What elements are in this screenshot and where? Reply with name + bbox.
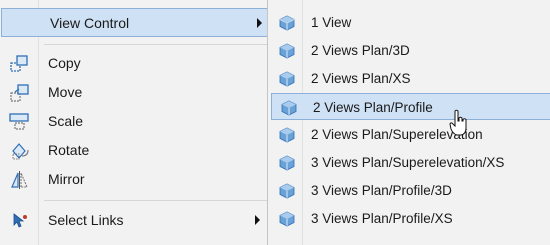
view-cube-icon	[279, 211, 295, 227]
submenu-item-1-view[interactable]: 1 View	[270, 9, 548, 36]
submenu-item-2-views-plan-superelevation[interactable]: 2 Views Plan/Superelevation	[270, 121, 548, 148]
submenu-item-label: 3 Views Plan/Profile/XS	[311, 211, 453, 226]
submenu-item-label: 2 Views Plan/XS	[311, 71, 411, 86]
menu-divider	[44, 44, 270, 45]
view-control-submenu: 1 View 2 Views Plan/3D 2 Views Plan/XS 2…	[267, 0, 550, 245]
submenu-item-3-views-plan-superelevation-xs[interactable]: 3 Views Plan/Superelevation/XS	[270, 149, 548, 176]
menu-item-label: Copy	[48, 55, 81, 71]
submenu-arrow-icon	[255, 215, 260, 225]
view-cube-icon	[279, 15, 295, 31]
submenu-item-label: 2 Views Plan/3D	[311, 43, 410, 58]
menu-item-label: Move	[48, 84, 83, 100]
menu-item-move[interactable]: Move	[0, 78, 271, 107]
select-links-icon	[9, 211, 31, 231]
view-cube-icon	[281, 100, 297, 116]
mirror-icon	[9, 170, 31, 190]
copy-icon	[9, 54, 31, 74]
submenu-item-label: 3 Views Plan/Profile/3D	[311, 183, 452, 198]
menu-divider	[44, 200, 270, 201]
view-cube-icon	[279, 155, 295, 171]
move-icon	[9, 83, 31, 103]
menu-item-label: Mirror	[48, 171, 85, 187]
view-cube-icon	[279, 71, 295, 87]
submenu-arrow-icon	[257, 18, 262, 28]
submenu-item-2-views-plan-profile[interactable]: 2 Views Plan/Profile	[271, 93, 550, 120]
menu-item-copy[interactable]: Copy	[0, 49, 271, 78]
scale-icon	[9, 112, 31, 132]
menu-item-mirror[interactable]: Mirror	[0, 165, 271, 194]
context-menu: View Control Copy Move Scale Rotate Mirr…	[0, 0, 272, 245]
menu-item-label: Scale	[48, 113, 84, 129]
view-cube-icon	[279, 183, 295, 199]
submenu-item-label: 2 Views Plan/Profile	[313, 100, 433, 115]
rotate-icon	[9, 141, 31, 161]
submenu-item-2-views-plan-xs[interactable]: 2 Views Plan/XS	[270, 65, 548, 92]
menu-item-scale[interactable]: Scale	[0, 107, 271, 136]
submenu-item-label: 3 Views Plan/Superelevation/XS	[311, 155, 505, 170]
menu-item-view-control[interactable]: View Control	[1, 8, 270, 37]
view-cube-icon	[279, 127, 295, 143]
submenu-item-label: 1 View	[311, 15, 352, 30]
menu-item-label: View Control	[50, 15, 130, 31]
menu-item-label: Rotate	[48, 142, 90, 158]
submenu-item-3-views-plan-profile-xs[interactable]: 3 Views Plan/Profile/XS	[270, 205, 548, 232]
menu-item-label: Select Links	[48, 212, 124, 228]
submenu-item-2-views-plan-3d[interactable]: 2 Views Plan/3D	[270, 37, 548, 64]
view-cube-icon	[279, 43, 295, 59]
menu-item-select-links[interactable]: Select Links	[0, 206, 271, 235]
menu-item-rotate[interactable]: Rotate	[0, 136, 271, 165]
hand-pointer-cursor-icon	[449, 109, 469, 137]
submenu-item-3-views-plan-profile-3d[interactable]: 3 Views Plan/Profile/3D	[270, 177, 548, 204]
